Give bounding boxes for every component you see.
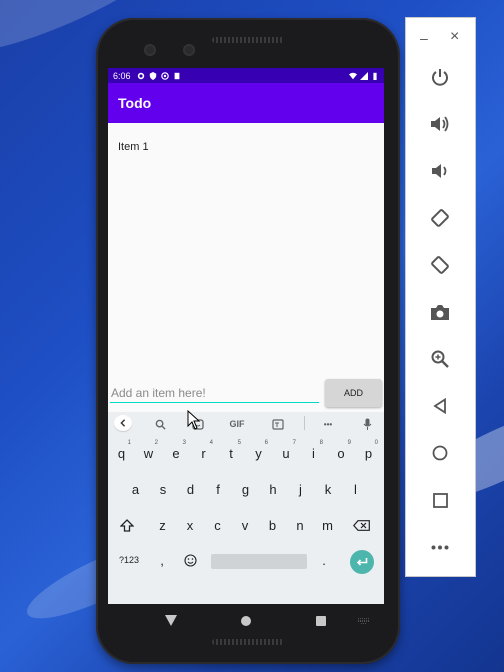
- rotate-left-icon[interactable]: [429, 207, 451, 229]
- nav-recents-icon[interactable]: [316, 616, 326, 626]
- key-r[interactable]: r4: [190, 439, 217, 467]
- front-camera: [144, 44, 156, 56]
- key-p[interactable]: p0: [355, 439, 382, 467]
- todo-list[interactable]: Item 1: [108, 123, 384, 373]
- key-h[interactable]: h: [259, 475, 287, 503]
- key-m[interactable]: m: [314, 511, 341, 539]
- add-button[interactable]: ADD: [325, 379, 382, 407]
- list-item[interactable]: Item 1: [118, 141, 149, 153]
- key-y[interactable]: y6: [245, 439, 272, 467]
- front-sensor: [183, 44, 195, 56]
- enter-icon[interactable]: [350, 550, 374, 574]
- key-x[interactable]: x: [176, 511, 204, 539]
- status-bar: 6:06: [108, 68, 384, 83]
- shift-icon[interactable]: [112, 511, 142, 539]
- key-g[interactable]: g: [232, 475, 259, 503]
- key-k[interactable]: k: [314, 475, 342, 503]
- key-v[interactable]: v: [231, 511, 259, 539]
- mouse-cursor-icon: [187, 410, 201, 430]
- battery-icon: [373, 72, 377, 80]
- keyboard-row-1: q1 w2 e3 r4 t5 y6 u7 i8 o9 p0: [108, 439, 384, 469]
- key-n[interactable]: n: [286, 511, 314, 539]
- key-t[interactable]: t5: [217, 439, 245, 467]
- space-bar[interactable]: [211, 554, 307, 569]
- key-d[interactable]: d: [177, 475, 204, 503]
- key-z[interactable]: z: [149, 511, 176, 539]
- sd-card-icon: [174, 72, 179, 79]
- zoom-icon[interactable]: [429, 348, 451, 370]
- key-e[interactable]: e3: [162, 439, 190, 467]
- chevron-left-icon[interactable]: [114, 415, 132, 431]
- key-u[interactable]: u7: [272, 439, 300, 467]
- device-screen[interactable]: 6:06 Todo Item 1 ADD: [108, 68, 384, 604]
- home-icon[interactable]: [429, 442, 451, 464]
- power-icon[interactable]: [429, 66, 451, 88]
- emoji-icon[interactable]: [178, 546, 202, 574]
- key-j[interactable]: j: [287, 475, 314, 503]
- overview-icon[interactable]: [429, 489, 451, 511]
- translate-icon[interactable]: [270, 416, 286, 432]
- nav-bar: [108, 605, 384, 636]
- keyboard-hide-icon[interactable]: [358, 618, 369, 624]
- shield-icon: [149, 71, 156, 80]
- wifi-icon: [349, 72, 357, 79]
- settings-icon: [137, 72, 144, 79]
- soft-keyboard: GIF ••• q1 w2 e3 r4 t5 y6 u7 i8 o9 p 0 a…: [108, 412, 384, 604]
- keyboard-row-3: z x c v b n m: [108, 511, 384, 541]
- key-q[interactable]: q1: [108, 439, 135, 467]
- period-key[interactable]: .: [314, 546, 334, 574]
- key-s[interactable]: s: [149, 475, 177, 503]
- nav-back-icon[interactable]: [165, 615, 177, 626]
- gif-button[interactable]: GIF: [226, 416, 248, 432]
- keyboard-row-2: a s d f g h j k l: [108, 475, 384, 505]
- emulator-phone-frame: 6:06 Todo Item 1 ADD: [96, 18, 400, 664]
- close-button[interactable]: ×: [450, 28, 459, 46]
- more-icon[interactable]: [429, 536, 451, 558]
- volume-up-icon[interactable]: [429, 113, 451, 135]
- top-speaker: [212, 37, 284, 43]
- key-b[interactable]: b: [259, 511, 286, 539]
- key-w[interactable]: w2: [135, 439, 162, 467]
- key-i[interactable]: i8: [300, 439, 327, 467]
- key-c[interactable]: c: [204, 511, 231, 539]
- emulator-toolbar: – ×: [405, 17, 476, 577]
- bottom-speaker: [212, 639, 284, 645]
- toolbar-divider: [304, 416, 305, 430]
- app-bar: Todo: [108, 83, 384, 123]
- backspace-icon[interactable]: [346, 511, 376, 539]
- back-icon[interactable]: [429, 395, 451, 417]
- key-o[interactable]: o9: [327, 439, 355, 467]
- key-l[interactable]: l: [342, 475, 369, 503]
- keyboard-row-4: ?123 , .: [108, 546, 384, 576]
- rotate-right-icon[interactable]: [429, 254, 451, 276]
- volume-down-icon[interactable]: [429, 160, 451, 182]
- app-title: Todo: [118, 95, 152, 111]
- camera-icon[interactable]: [429, 301, 451, 323]
- key-f[interactable]: f: [204, 475, 232, 503]
- keyboard-toolbar: GIF •••: [108, 412, 384, 436]
- input-row: ADD: [108, 376, 384, 410]
- search-icon[interactable]: [152, 416, 168, 432]
- todo-input[interactable]: [110, 384, 319, 403]
- minimize-button[interactable]: –: [420, 30, 428, 46]
- data-saver-icon: [160, 71, 169, 80]
- nav-home-icon[interactable]: [241, 616, 251, 626]
- status-time: 6:06: [113, 70, 131, 81]
- key-a[interactable]: a: [122, 475, 149, 503]
- signal-icon: [360, 71, 368, 80]
- comma-key[interactable]: ,: [152, 546, 172, 574]
- more-button[interactable]: •••: [320, 416, 336, 432]
- microphone-icon[interactable]: [360, 416, 374, 432]
- symbols-key[interactable]: ?123: [112, 546, 146, 574]
